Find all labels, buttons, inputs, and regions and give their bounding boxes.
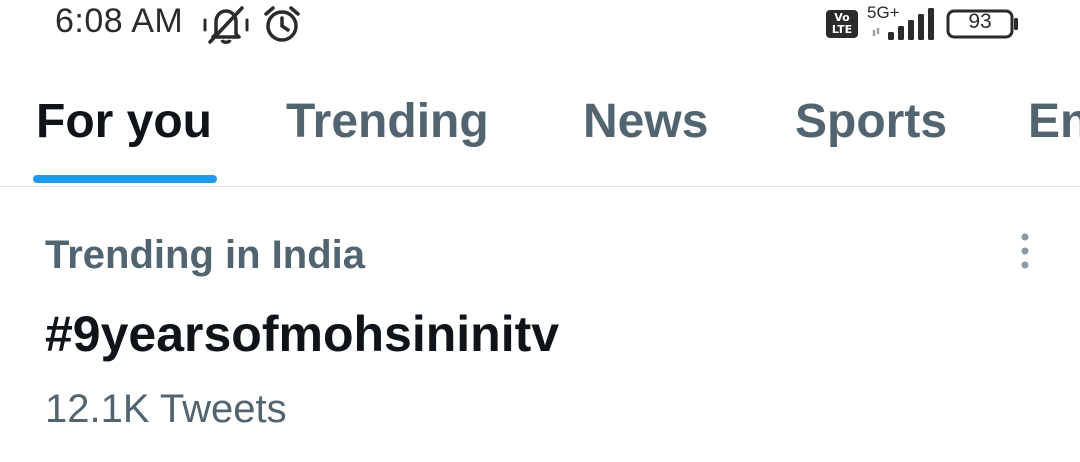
trend-context: Trending in India bbox=[45, 233, 365, 277]
mute-icon bbox=[202, 4, 250, 51]
alarm-icon bbox=[262, 4, 302, 51]
trend-item[interactable]: Trending in India #9yearsofmohsininitv 1… bbox=[0, 187, 1080, 462]
tab-news[interactable]: News bbox=[583, 94, 708, 149]
battery-level: 93 bbox=[968, 10, 992, 33]
volte-label-bottom: LTE bbox=[831, 23, 853, 36]
active-tab-indicator bbox=[33, 175, 217, 183]
trend-tweet-count: 12.1K Tweets bbox=[45, 387, 287, 431]
tab-sports[interactable]: Sports bbox=[795, 94, 947, 149]
tab-entertainment[interactable]: En bbox=[1028, 94, 1080, 149]
more-vertical-icon[interactable] bbox=[1014, 231, 1036, 271]
status-bar: 6:08 AM Vo LTE 5G+ 93 bbox=[0, 0, 1080, 50]
tab-for-you[interactable]: For you bbox=[36, 94, 212, 149]
tab-trending[interactable]: Trending bbox=[286, 94, 489, 149]
trend-title[interactable]: #9yearsofmohsininitv bbox=[45, 305, 559, 363]
volte-icon: Vo LTE bbox=[826, 10, 858, 38]
signal-icon bbox=[868, 6, 938, 47]
status-time: 6:08 AM bbox=[55, 2, 184, 40]
tab-bar: For you Trending News Sports En bbox=[0, 60, 1080, 187]
